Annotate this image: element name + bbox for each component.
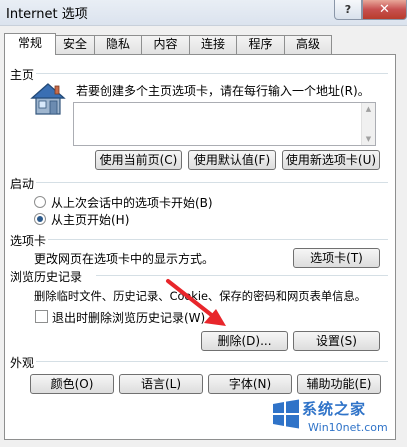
appearance-group-label: 外观 xyxy=(10,356,35,370)
colors-button[interactable]: 颜色(O) xyxy=(30,374,114,394)
watermark-brand: 系统之家 xyxy=(302,400,367,418)
startup-last-session-label: 从上次会话中的选项卡开始(B) xyxy=(51,196,213,210)
watermark-url: Win10net.com xyxy=(308,421,388,434)
annotation-arrow-icon xyxy=(160,275,240,335)
homepage-instructions: 若要创建多个主页选项卡，请在每行输入一个地址(R)。 xyxy=(76,84,370,98)
startup-homepage-radio[interactable] xyxy=(34,213,46,225)
homepage-address-box[interactable]: ▲ ▼ xyxy=(73,102,376,146)
window-title: Internet 选项 xyxy=(6,7,88,22)
homepage-group-divider xyxy=(36,73,388,74)
tab-security[interactable]: 安全 xyxy=(55,35,95,54)
startup-group-label: 启动 xyxy=(10,177,35,191)
accessibility-button[interactable]: 辅助功能(E) xyxy=(297,374,381,394)
startup-group-divider xyxy=(36,182,388,183)
tab-content[interactable]: 内容 xyxy=(141,35,190,54)
history-settings-button[interactable]: 设置(S) xyxy=(293,331,380,351)
history-group-divider xyxy=(96,275,388,276)
homepage-scrollbar[interactable]: ▲ ▼ xyxy=(361,103,375,145)
close-button[interactable]: ✕ xyxy=(362,0,407,20)
tabs-settings-button[interactable]: 选项卡(T) xyxy=(293,248,380,268)
scroll-down-arrow-icon[interactable]: ▼ xyxy=(362,134,375,144)
tab-connections[interactable]: 连接 xyxy=(189,35,237,54)
tab-general[interactable]: 常规 xyxy=(4,33,56,55)
tabs-group-divider xyxy=(48,239,388,240)
tab-programs[interactable]: 程序 xyxy=(236,35,285,54)
scroll-up-arrow-icon[interactable]: ▲ xyxy=(362,104,375,114)
homepage-group-label: 主页 xyxy=(10,68,35,82)
tabs-group-label: 选项卡 xyxy=(10,234,47,248)
windows-logo-icon xyxy=(270,398,302,430)
history-group-label: 浏览历史记录 xyxy=(10,270,83,284)
watermark: 系统之家 Win10net.com xyxy=(268,396,407,447)
use-current-button[interactable]: 使用当前页(C) xyxy=(95,150,182,170)
house-icon xyxy=(30,82,66,116)
tab-privacy[interactable]: 隐私 xyxy=(94,35,142,54)
languages-button[interactable]: 语言(L) xyxy=(119,374,203,394)
startup-homepage-label: 从主页开始(H) xyxy=(51,213,130,227)
use-new-tab-button[interactable]: 使用新选项卡(U) xyxy=(282,150,380,170)
delete-on-exit-checkbox[interactable] xyxy=(35,310,48,323)
fonts-button[interactable]: 字体(N) xyxy=(208,374,292,394)
help-button[interactable]: ? xyxy=(334,0,362,20)
use-default-button[interactable]: 使用默认值(F) xyxy=(188,150,276,170)
appearance-group-divider xyxy=(36,361,388,362)
tab-advanced[interactable]: 高级 xyxy=(284,35,332,54)
startup-last-session-radio[interactable] xyxy=(34,196,46,208)
tabs-description: 更改网页在选项卡中的显示方式。 xyxy=(34,252,215,266)
